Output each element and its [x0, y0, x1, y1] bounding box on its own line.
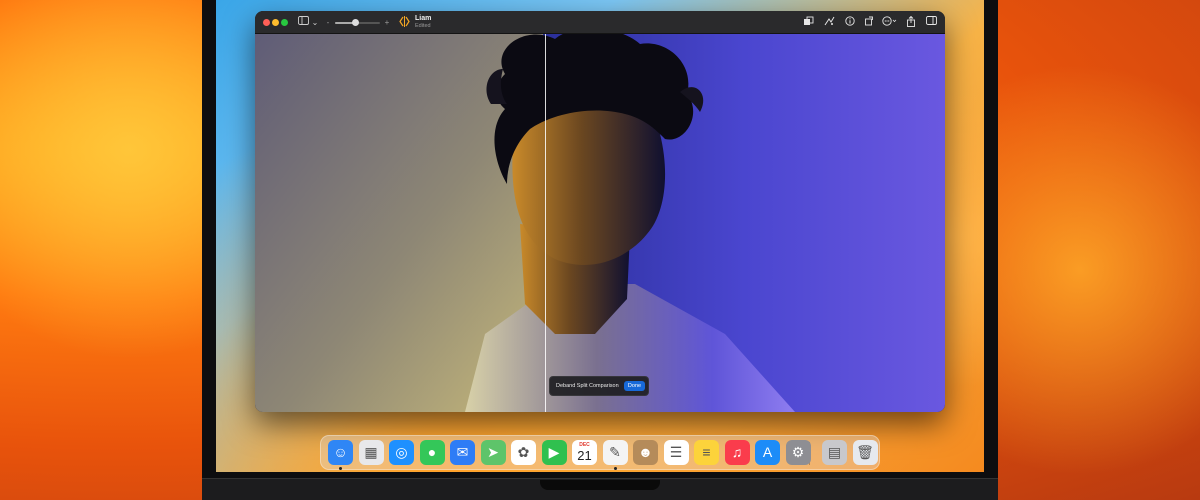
notes-icon[interactable]: ≡	[694, 440, 719, 465]
music-icon[interactable]: ♫	[724, 440, 750, 465]
desktop-background: ⌄ - + Liam Edited Deband Split Compariso…	[0, 0, 1200, 500]
photo-editor-window: ⌄ - + Liam Edited Deband Split Compariso…	[255, 11, 945, 412]
settings-icon[interactable]: ⚙	[785, 440, 811, 465]
downloads-stack-icon[interactable]: ▤	[822, 440, 847, 465]
reminders-icon[interactable]: ☰	[663, 440, 689, 465]
calendar-day: 21	[577, 448, 592, 463]
pixelmator-icon-glyph: ✎	[609, 444, 621, 460]
launchpad-icon-glyph: ▦	[364, 444, 378, 460]
info-icon[interactable]	[844, 16, 856, 29]
comparison-label: Deband Split Comparison	[556, 383, 619, 389]
minimize-window-button[interactable]	[272, 19, 279, 26]
document-title: Liam	[415, 15, 432, 22]
enhance-icon[interactable]	[802, 16, 814, 29]
finder-icon[interactable]: ☺	[328, 440, 353, 465]
zoom-in-icon[interactable]: +	[383, 16, 391, 29]
messages-icon-glyph: ●	[427, 444, 437, 460]
safari-icon-glyph: ◎	[395, 444, 408, 460]
photo-canvas[interactable]: Deband Split Comparison Done	[255, 34, 945, 412]
contacts-icon[interactable]: ☻	[633, 440, 658, 465]
portrait-photo	[255, 34, 945, 412]
messages-icon[interactable]: ●	[419, 440, 445, 465]
chevron-down-icon[interactable]: ⌄	[311, 16, 319, 29]
rotate-icon[interactable]	[863, 16, 875, 29]
maps-icon[interactable]: ➤	[480, 440, 506, 465]
facetime-icon-glyph: ▶	[548, 444, 560, 460]
more-icon[interactable]	[881, 16, 897, 29]
trash-icon[interactable]: 🗑	[852, 440, 878, 465]
notes-icon-glyph: ≡	[702, 444, 711, 460]
maps-icon-glyph: ➤	[487, 444, 499, 460]
pixelmator-icon[interactable]: ✎	[602, 440, 628, 465]
adjust-icon[interactable]	[823, 16, 835, 29]
running-indicator	[339, 467, 342, 470]
calendar-icon[interactable]: DEC 21	[572, 440, 597, 465]
zoom-out-icon[interactable]: -	[325, 16, 331, 29]
share-icon[interactable]	[905, 15, 917, 29]
contacts-icon-glyph: ☻	[638, 444, 653, 460]
facetime-icon[interactable]: ▶	[541, 440, 567, 465]
downloads-stack-icon-glyph: ▤	[827, 444, 842, 460]
document-status: Edited	[415, 23, 431, 29]
finder-icon-glyph: ☺	[333, 444, 348, 460]
zoom-window-button[interactable]	[281, 19, 288, 26]
laptop-hinge-notch	[540, 480, 660, 490]
compare-icon[interactable]	[397, 16, 411, 29]
done-button[interactable]: Done	[624, 381, 645, 391]
launchpad-icon[interactable]: ▦	[358, 440, 384, 465]
mail-icon-glyph: ✉	[456, 444, 469, 460]
zoom-slider-knob[interactable]	[351, 19, 359, 26]
app-store-icon[interactable]: A	[755, 440, 780, 465]
split-comparison-toast: Deband Split Comparison Done	[549, 376, 649, 396]
panel-icon[interactable]	[925, 16, 937, 29]
photos-icon-glyph: ✿	[517, 444, 530, 460]
photos-icon[interactable]: ✿	[511, 440, 536, 465]
app-store-icon-glyph: A	[762, 444, 773, 460]
trash-icon-glyph: 🗑	[856, 444, 874, 460]
running-indicator	[613, 467, 617, 470]
music-icon-glyph: ♫	[731, 444, 743, 460]
mail-icon[interactable]: ✉	[450, 440, 475, 465]
close-window-button[interactable]	[263, 19, 270, 26]
window-titlebar: ⌄ - + Liam Edited	[255, 11, 945, 34]
safari-icon[interactable]: ◎	[389, 440, 414, 465]
reminders-icon-glyph: ☰	[669, 444, 683, 460]
mac-screen: ⌄ - + Liam Edited Deband Split Compariso…	[216, 0, 984, 472]
sidebar-icon[interactable]	[297, 16, 309, 29]
split-divider-handle[interactable]	[545, 34, 546, 412]
settings-icon-glyph: ⚙	[791, 444, 805, 460]
dock: ☺ ▦ ◎ ● ✉ ➤ ✿ ▶ DEC 21 ✎ ☻ ☰ ≡ ♫ A ⚙ ▤ 🗑	[320, 435, 880, 470]
